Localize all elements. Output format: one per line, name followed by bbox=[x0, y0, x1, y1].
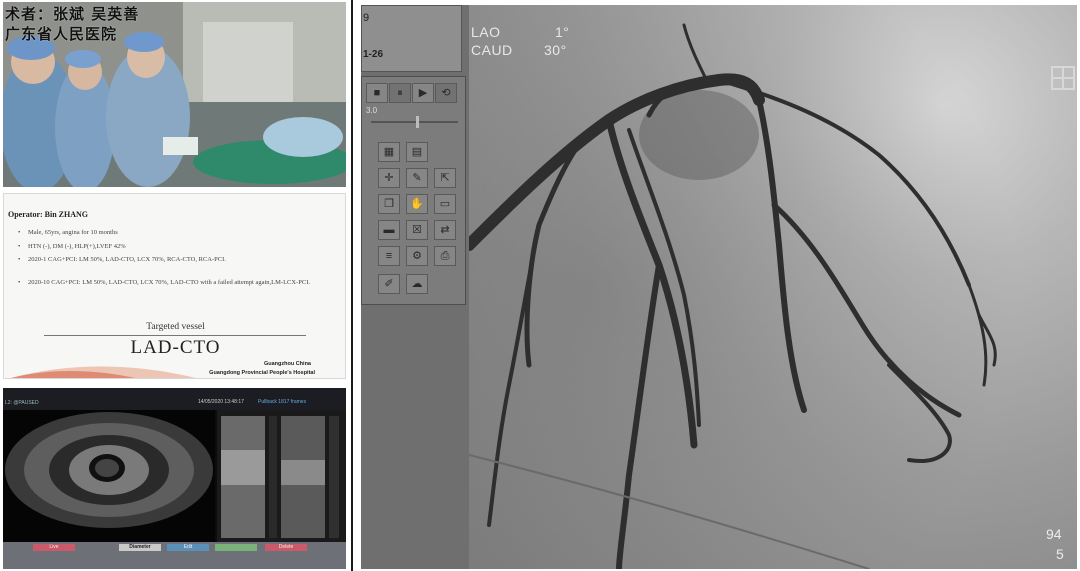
slide-target-label: Targeted vessel bbox=[146, 322, 205, 332]
settings-icon[interactable]: ⚙ bbox=[406, 246, 428, 266]
slide-target-name: LAD-CTO bbox=[130, 337, 221, 358]
swap-icon[interactable]: ⇄ bbox=[434, 220, 456, 240]
slide-bullet: HTN (-), DM (-), HLP(+),LVEF 42% bbox=[18, 242, 328, 251]
frame-counter-total: 94 bbox=[1046, 526, 1062, 542]
ivus-delete-button[interactable]: Delete bbox=[265, 544, 307, 551]
case-slide-panel: Operator: Bin ZHANG Male, 65yrs, angina … bbox=[3, 193, 346, 379]
slide-footer-decoration bbox=[11, 366, 196, 378]
column-divider bbox=[347, 0, 356, 571]
ivus-images bbox=[3, 410, 346, 542]
film-icon[interactable]: ▭ bbox=[434, 194, 456, 214]
list-icon[interactable]: ≡ bbox=[378, 246, 400, 266]
stop-icon[interactable]: ■ bbox=[366, 83, 388, 103]
close-box-icon[interactable]: ☒ bbox=[406, 220, 428, 240]
pause-icon[interactable]: ⏸ bbox=[389, 83, 411, 103]
ivus-edit-button[interactable]: Edit bbox=[167, 544, 209, 551]
ivus-action-button[interactable] bbox=[215, 544, 257, 551]
folder-icon[interactable]: ▬ bbox=[378, 220, 400, 240]
ivus-pullback-label: Pullback 1817 frames bbox=[258, 399, 307, 405]
angiogram-image[interactable] bbox=[469, 5, 1077, 569]
slide-bullet: 2020-1 CAG+PCI: LM 50%, LAD-CTO, LCX 70%… bbox=[18, 255, 328, 264]
slide-bullet: Male, 65yrs, angina for 10 months bbox=[18, 228, 328, 237]
playback-speed: 3.0 bbox=[366, 106, 378, 115]
pen-icon[interactable]: ✎ bbox=[406, 168, 428, 188]
ivus-panel: L2: @PAUSED 14/05/2020 13:48:17 Pullback… bbox=[3, 388, 346, 569]
ivus-live-button[interactable]: Live bbox=[33, 544, 75, 551]
speed-slider-thumb[interactable] bbox=[416, 116, 419, 128]
speed-slider[interactable] bbox=[371, 121, 458, 123]
projection-value-lao: 1° bbox=[555, 24, 570, 40]
crosshair-icon[interactable]: ✛ bbox=[378, 168, 400, 188]
hand-icon[interactable]: ✋ bbox=[406, 194, 428, 214]
projection-value-caud: 30° bbox=[544, 42, 567, 58]
camera-feed-panel: 术者：张斌 吴英善 广东省人民医院 bbox=[3, 2, 346, 187]
projection-label-lao: LAO bbox=[471, 24, 501, 40]
slide-operator: Operator: Bin ZHANG bbox=[8, 210, 88, 219]
series-range: 1-26 bbox=[363, 49, 384, 60]
copy-icon[interactable]: ❐ bbox=[378, 194, 400, 214]
hospital-credit-text: 广东省人民医院 bbox=[5, 25, 118, 43]
frame-number: 9 bbox=[363, 12, 370, 24]
surgeon-credit-text: 术者：张斌 吴英善 bbox=[5, 5, 140, 23]
frame-counter-current: 5 bbox=[1056, 546, 1064, 562]
ivus-timestamp: 14/05/2020 13:48:17 bbox=[198, 399, 244, 405]
printer-icon[interactable]: ⎙ bbox=[434, 246, 456, 266]
play-icon[interactable]: ▶ bbox=[412, 83, 434, 103]
ivus-status: L2: @PAUSED bbox=[5, 400, 39, 406]
loop-icon[interactable]: ⟲ bbox=[435, 83, 457, 103]
ivus-diameter-button[interactable]: Diameter bbox=[119, 544, 161, 551]
export-icon[interactable]: ⇱ bbox=[434, 168, 456, 188]
coronary-vessels bbox=[469, 5, 1077, 569]
grid-view-alt-icon[interactable]: ▤ bbox=[406, 142, 428, 162]
viewer-frame-info bbox=[361, 5, 462, 72]
projection-label-caud: CAUD bbox=[471, 42, 513, 58]
slide-bullet: 2020-10 CAG+PCI: LM 50%, LAD-CTO, LCX 70… bbox=[18, 278, 328, 287]
layout-grid-icon[interactable] bbox=[1051, 66, 1075, 90]
wrench-icon[interactable]: ✐ bbox=[378, 274, 400, 294]
grid-view-icon[interactable]: ▦ bbox=[378, 142, 400, 162]
slide-divider bbox=[44, 335, 306, 336]
brain-icon[interactable]: ☁ bbox=[406, 274, 428, 294]
screen-root: 术者：张斌 吴英善 广东省人民医院 Operator: Bin ZHANG Ma… bbox=[0, 0, 1080, 571]
